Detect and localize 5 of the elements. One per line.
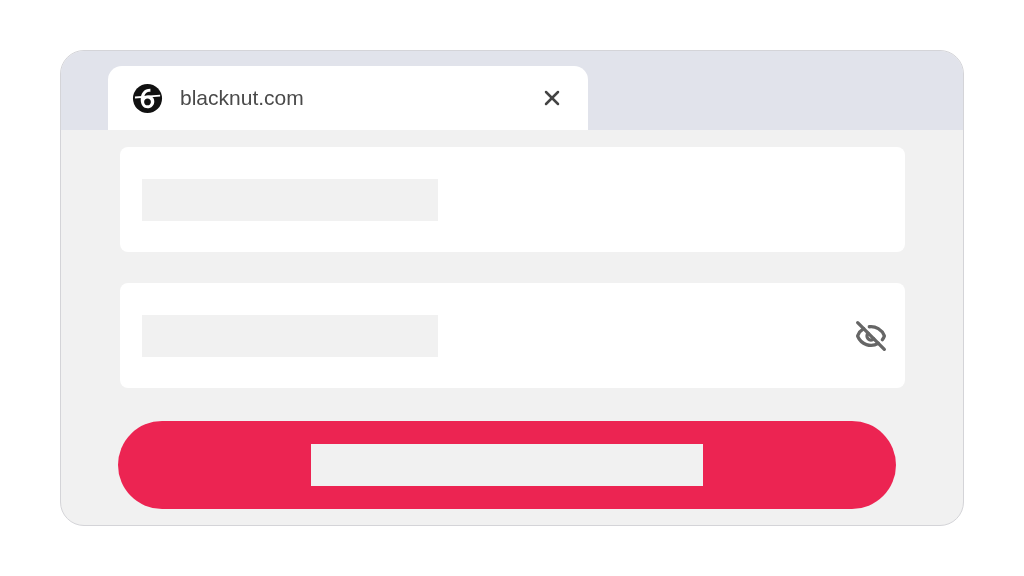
eye-off-icon[interactable] [855,319,887,352]
logo-icon [132,82,163,114]
browser-tab[interactable]: blacknut.com [108,66,588,130]
tab-title: blacknut.com [180,85,305,112]
password-field[interactable] [120,283,905,388]
